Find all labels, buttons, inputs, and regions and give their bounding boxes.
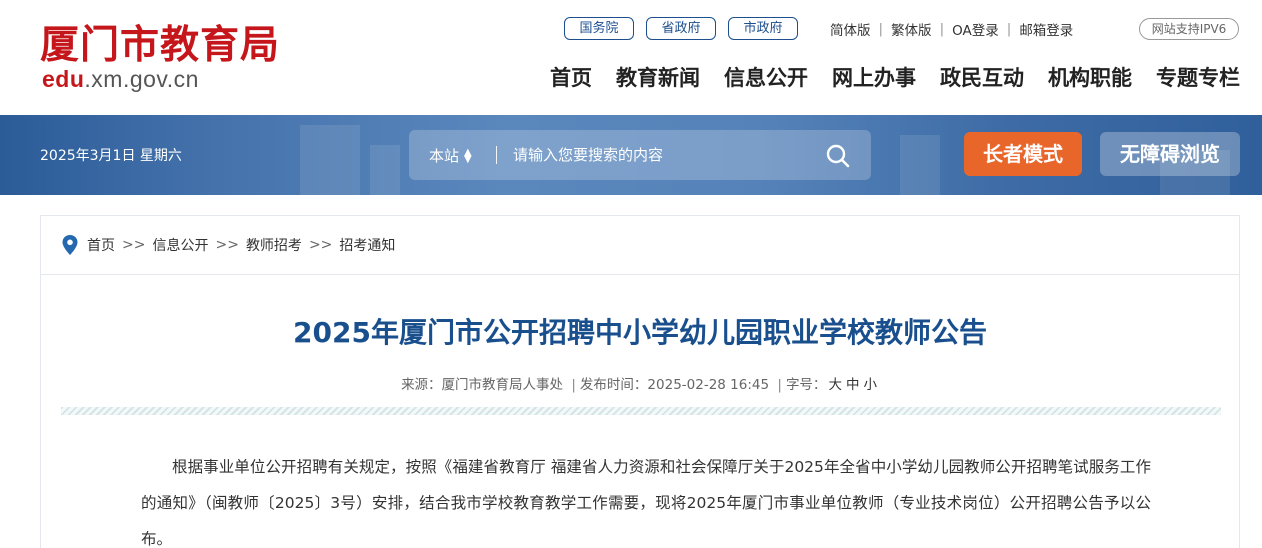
divider: |	[878, 21, 884, 37]
nav-education-news[interactable]: 教育新闻	[616, 62, 700, 92]
link-city-gov[interactable]: 市政府	[728, 17, 798, 40]
divider: |	[777, 377, 782, 393]
ipv6-badge: 网站支持IPV6	[1139, 18, 1239, 40]
location-pin-icon	[62, 235, 78, 255]
breadcrumb-teacher-recruitment[interactable]: 教师招考	[246, 235, 302, 255]
search-divider	[496, 146, 497, 164]
decorative-stripe	[61, 407, 1221, 415]
divider: |	[939, 21, 945, 37]
banner-decoration	[370, 145, 400, 195]
current-date: 2025年3月1日 星期六	[40, 148, 182, 164]
article-paragraph: 根据事业单位公开招聘有关规定，按照《福建省教育厅 福建省人力资源和社会保障厅关于…	[141, 458, 1151, 548]
link-province-gov[interactable]: 省政府	[646, 17, 716, 40]
site-logo[interactable]: 厦门市教育局	[40, 14, 280, 70]
link-state-council[interactable]: 国务院	[564, 17, 634, 40]
accessibility-button[interactable]: 无障碍浏览	[1100, 132, 1240, 176]
publish-time: 2025-02-28 16:45	[647, 377, 770, 393]
breadcrumb-separator: >>	[215, 237, 239, 253]
site-domain-highlight: edu	[42, 66, 85, 92]
banner-decoration	[300, 125, 360, 195]
top-utility-links: 简体版 | 繁体版 | OA登录 | 邮箱登录	[830, 19, 1073, 39]
search-box: 本站 ▲ ▼	[409, 130, 871, 180]
search-icon[interactable]	[825, 143, 851, 169]
search-scope-label: 本站	[429, 147, 460, 165]
link-simplified[interactable]: 简体版	[830, 19, 871, 39]
breadcrumb-separator: >>	[122, 237, 146, 253]
breadcrumb-separator: >>	[308, 237, 333, 253]
breadcrumb: 首页 >> 信息公开 >> 教师招考 >> 招考通知	[41, 216, 1239, 275]
sort-arrows-icon: ▲ ▼	[464, 146, 472, 165]
breadcrumb-home[interactable]: 首页	[87, 235, 115, 255]
site-domain-rest: .xm.gov.cn	[84, 66, 199, 92]
breadcrumb-exam-notice[interactable]: 招考通知	[339, 235, 395, 255]
search-banner: 2025年3月1日 星期六 本站 ▲▼ 长者模式 无障碍浏览	[0, 115, 1262, 195]
divider: |	[571, 377, 576, 393]
article-panel: 首页 >> 信息公开 >> 教师招考 >> 招考通知 2025年厦门市公开招聘中…	[40, 215, 1240, 548]
divider: |	[1006, 21, 1012, 37]
nav-info-disclosure[interactable]: 信息公开	[724, 62, 808, 92]
site-header: 厦门市教育局 edu.xm.gov.cn 国务院 省政府 市政府 简体版 | 繁…	[0, 0, 1262, 115]
fontsize-label: 字号：	[785, 377, 827, 393]
nav-interaction[interactable]: 政民互动	[940, 62, 1024, 92]
source-label: 来源：	[401, 377, 442, 393]
link-traditional[interactable]: 繁体版	[891, 19, 932, 39]
fontsize-medium[interactable]: 中	[846, 377, 860, 393]
nav-organization[interactable]: 机构职能	[1048, 62, 1132, 92]
nav-online-services[interactable]: 网上办事	[832, 62, 916, 92]
site-domain: edu.xm.gov.cn	[42, 66, 199, 93]
banner-decoration	[900, 135, 940, 195]
nav-topics[interactable]: 专题专栏	[1156, 62, 1240, 92]
source-value: 厦门市教育局人事处	[441, 377, 564, 393]
search-scope-select[interactable]: 本站 ▲ ▼	[429, 145, 472, 166]
search-input[interactable]	[513, 143, 813, 167]
link-oa-login[interactable]: OA登录	[952, 19, 999, 39]
link-mail-login[interactable]: 邮箱登录	[1019, 19, 1073, 39]
main-nav: 首页 教育新闻 信息公开 网上办事 政民互动 机构职能 专题专栏	[550, 62, 1240, 92]
article-title: 2025年厦门市公开招聘中小学幼儿园职业学校教师公告	[293, 316, 987, 349]
time-label: 发布时间：	[579, 377, 648, 393]
breadcrumb-info-disclosure[interactable]: 信息公开	[152, 235, 208, 255]
elder-mode-button[interactable]: 长者模式	[964, 132, 1082, 176]
article-meta: 来源：厦门市教育局人事处 | 发布时间：2025-02-28 16:45 | 字号：…	[41, 373, 1239, 393]
article-body: 根据事业单位公开招聘有关规定，按照《福建省教育厅 福建省人力资源和社会保障厅关于…	[141, 449, 1151, 548]
fontsize-large[interactable]: 大	[828, 377, 842, 393]
fontsize-small[interactable]: 小	[863, 377, 877, 393]
nav-home[interactable]: 首页	[550, 62, 592, 92]
